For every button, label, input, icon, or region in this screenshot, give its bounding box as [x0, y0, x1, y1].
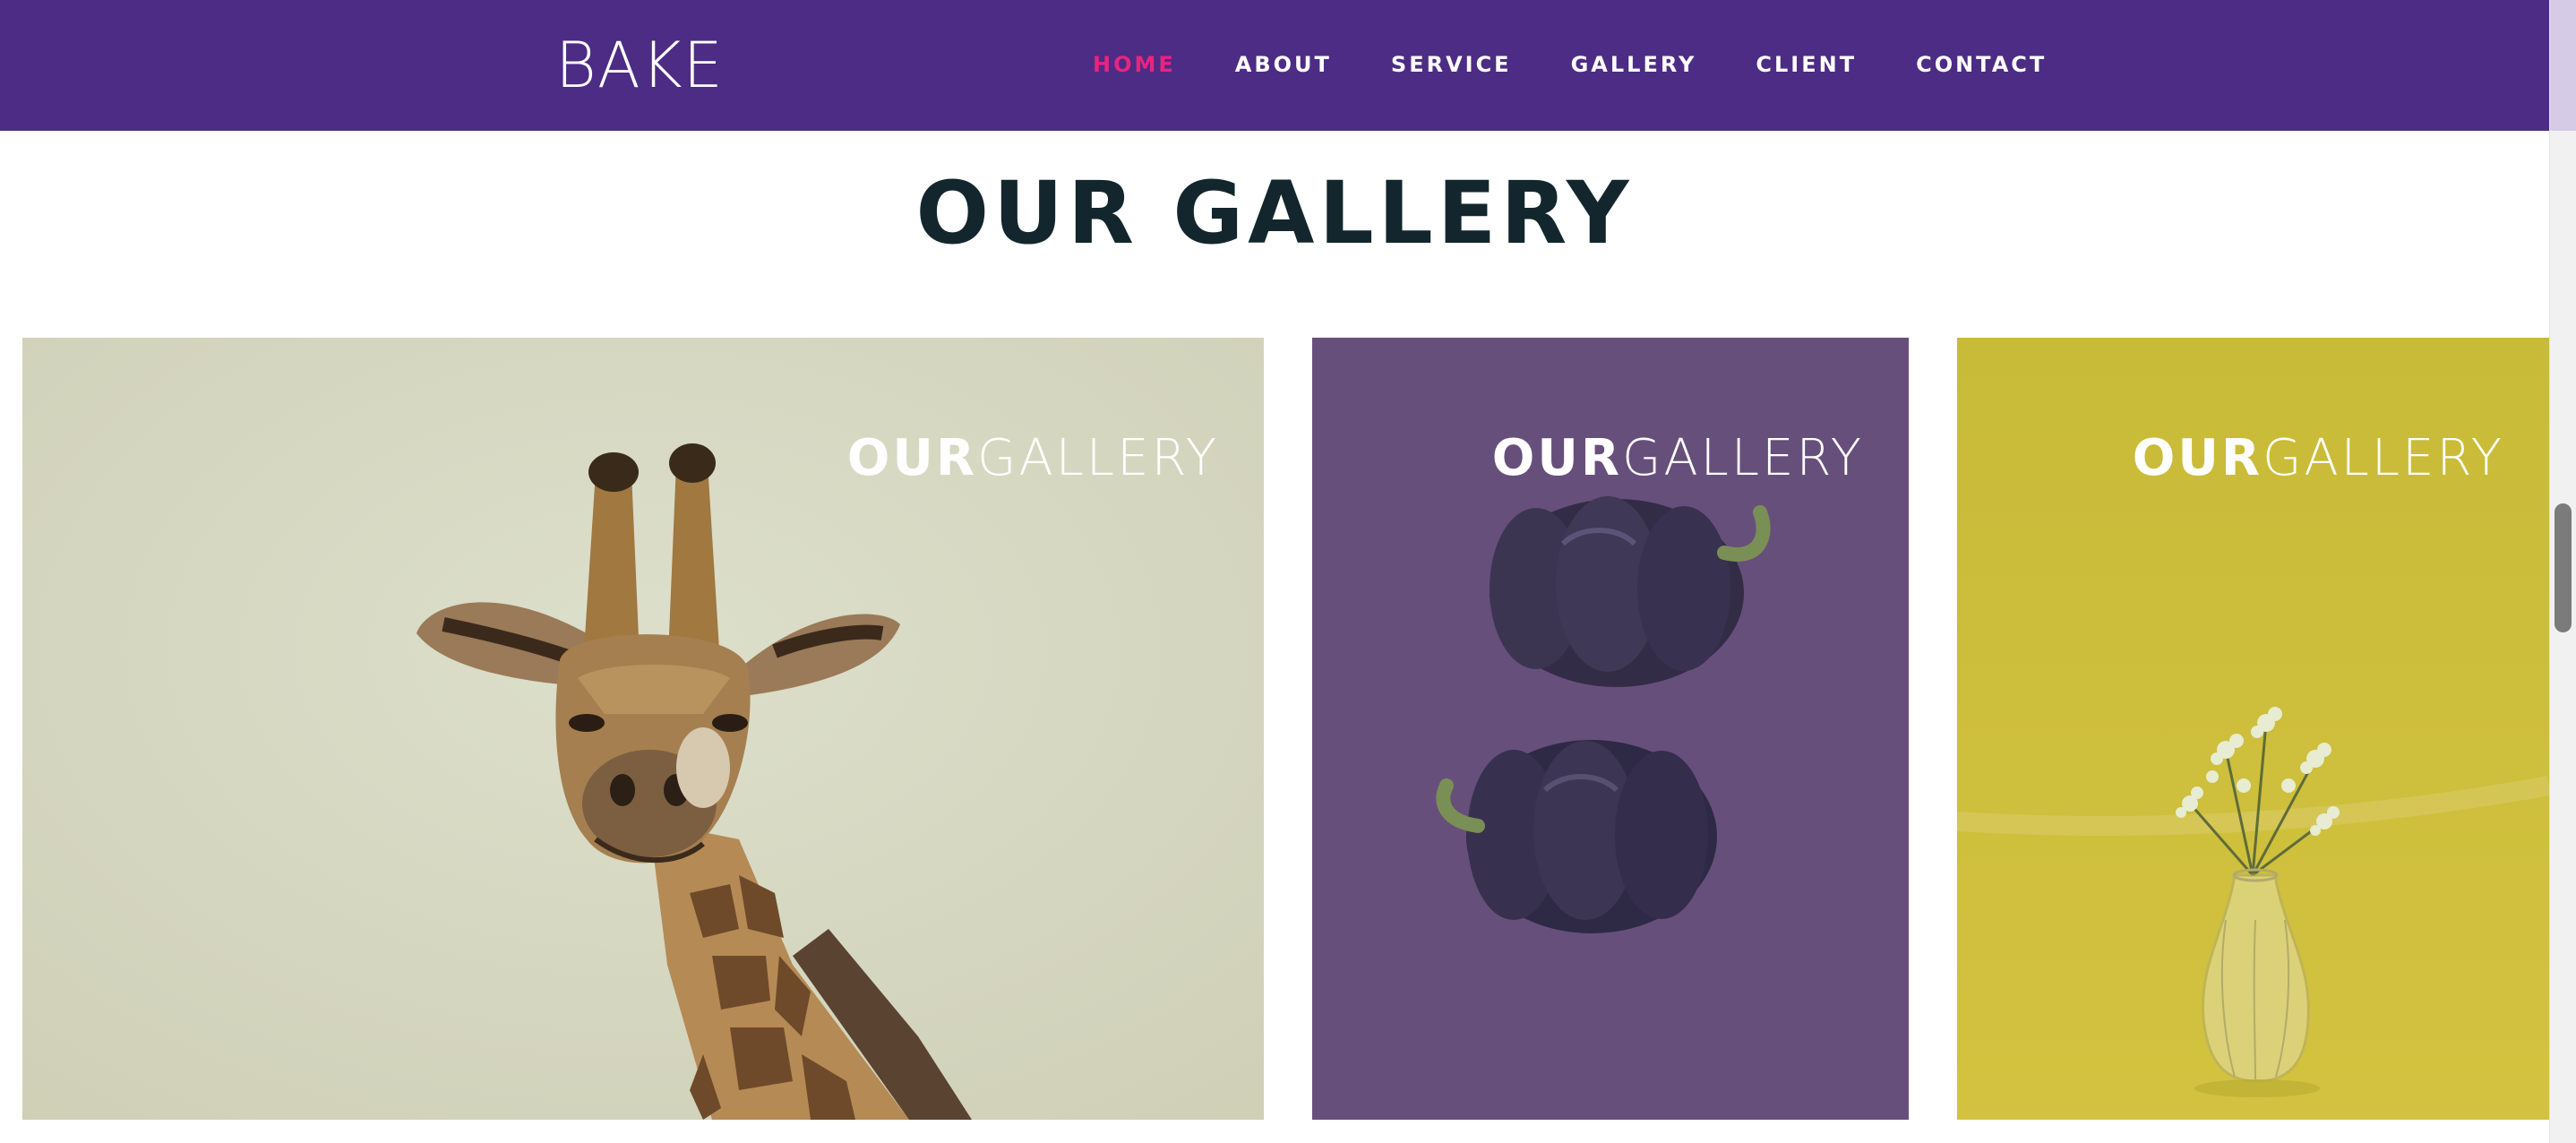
- main-nav: HOME ABOUT SERVICE GALLERY CLIENT CONTAC…: [1093, 50, 2106, 79]
- scrollbar-track-top: [2550, 0, 2576, 131]
- nav-home-link[interactable]: HOME: [1093, 50, 1176, 79]
- nav-client-link[interactable]: CLIENT: [1756, 50, 1857, 79]
- gallery-item[interactable]: OURGALLERY: [1312, 338, 1909, 1120]
- gallery-item-caption: OURGALLERY: [1491, 429, 1864, 487]
- gallery-item[interactable]: OURGALLERY: [1957, 338, 2549, 1120]
- gallery-item[interactable]: OURGALLERY: [22, 338, 1264, 1120]
- gallery-item-caption: OURGALLERY: [846, 429, 1219, 487]
- nav-gallery-link[interactable]: GALLERY: [1571, 50, 1697, 79]
- scrollbar-thumb[interactable]: [2555, 503, 2572, 632]
- page: BAKE HOME ABOUT SERVICE GALLERY CLIENT C…: [0, 0, 2576, 1143]
- page-scrollbar[interactable]: [2549, 0, 2576, 1143]
- nav-contact-link[interactable]: CONTACT: [1916, 50, 2047, 79]
- nav-service-link[interactable]: SERVICE: [1391, 50, 1512, 79]
- nav-about-link[interactable]: ABOUT: [1235, 50, 1332, 79]
- gallery-heading: OUR GALLERY: [915, 163, 1634, 263]
- site-logo[interactable]: BAKE: [555, 25, 724, 106]
- top-navbar: BAKE HOME ABOUT SERVICE GALLERY CLIENT C…: [0, 0, 2549, 131]
- gallery-item-caption: OURGALLERY: [2132, 429, 2504, 487]
